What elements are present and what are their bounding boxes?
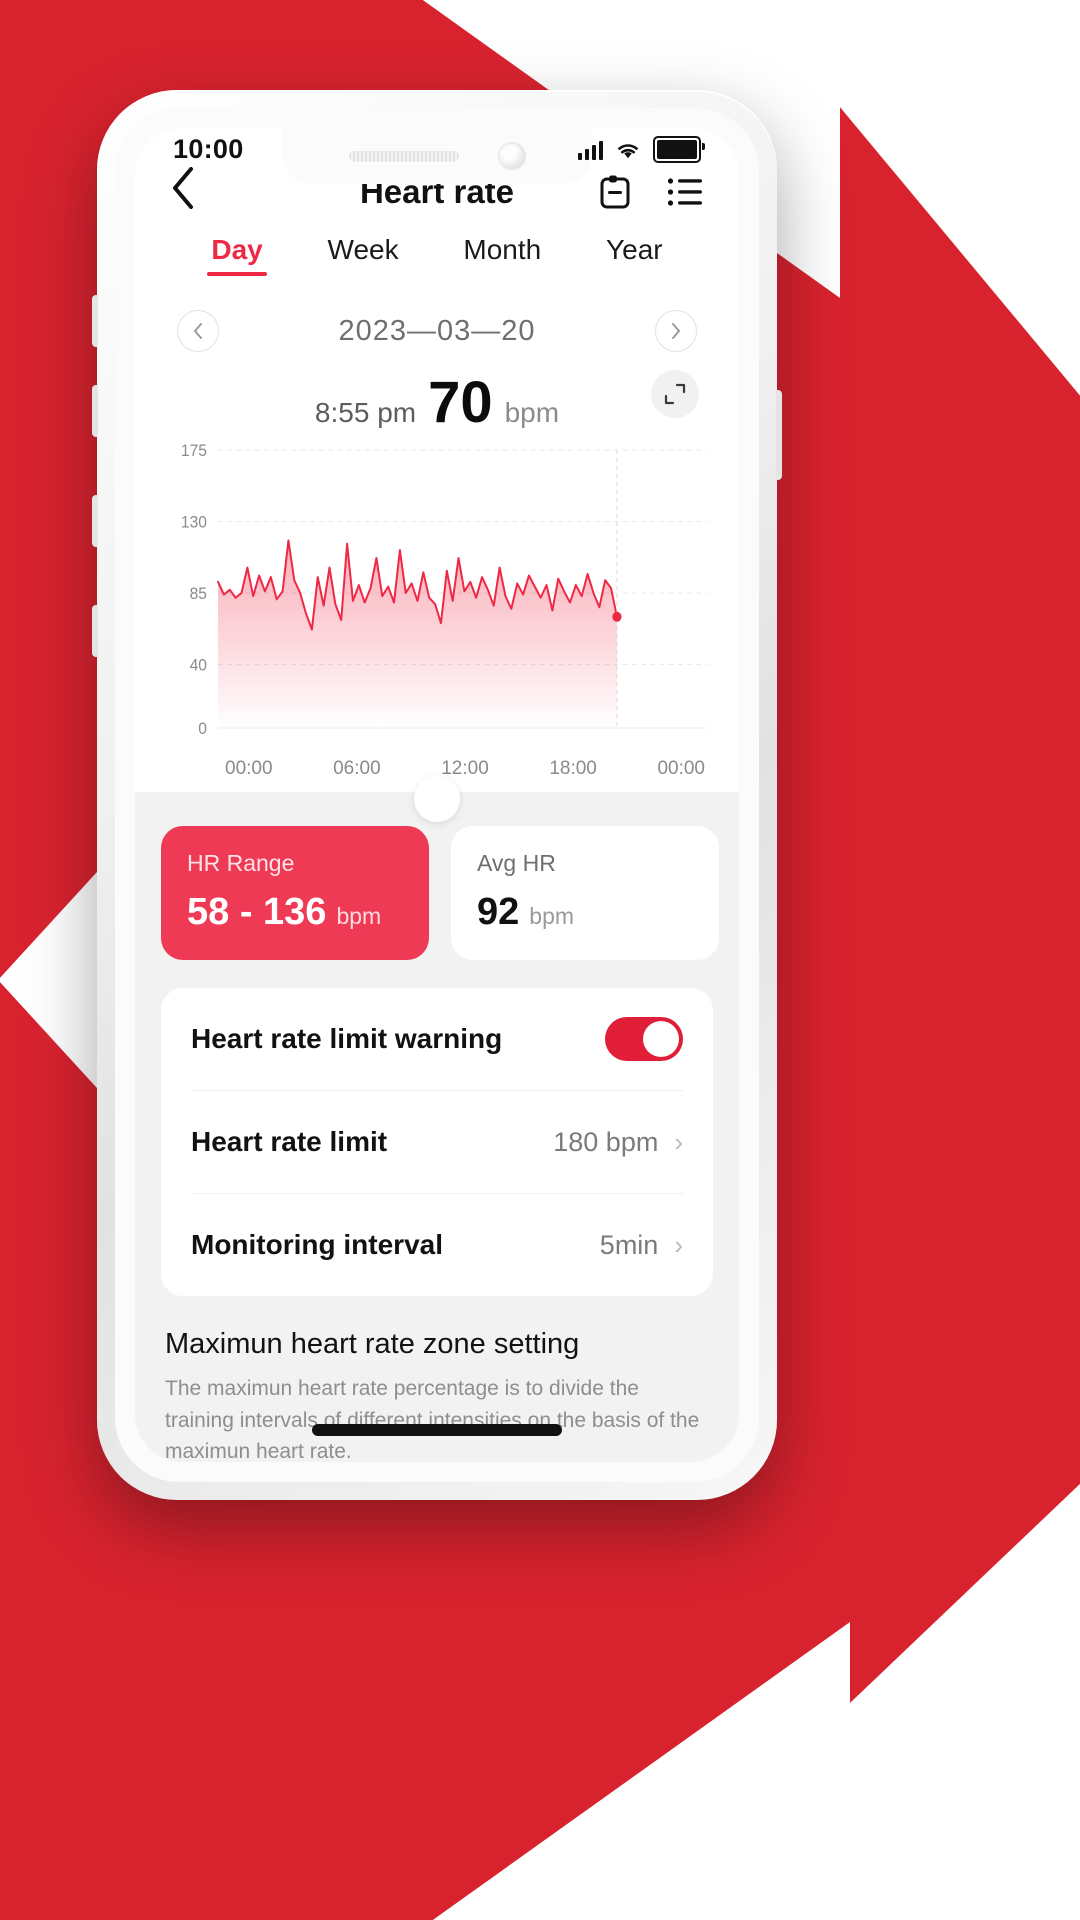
stat-unit: bpm: [529, 903, 575, 929]
signal-bars-icon: [578, 140, 603, 160]
home-indicator[interactable]: [312, 1424, 562, 1436]
x-tick: 06:00: [333, 758, 381, 779]
status-time: 10:00: [173, 134, 244, 164]
drag-handle[interactable]: [414, 776, 460, 822]
chevron-right-icon: ›: [674, 1126, 683, 1157]
period-tabs: Day Week Month Year: [135, 218, 739, 276]
svg-text:0: 0: [198, 719, 207, 738]
reading-unit: bpm: [504, 397, 560, 428]
setting-label: Monitoring interval: [191, 1229, 443, 1260]
chart-svg: 0 40 85 130 175: [181, 441, 708, 738]
tab-year[interactable]: Year: [606, 234, 663, 276]
previous-day-button[interactable]: [177, 310, 219, 352]
setting-label: Heart rate limit warning: [191, 1023, 503, 1054]
status-bar: 10:00: [135, 128, 739, 165]
current-reading: 8:55 pm 70 bpm: [135, 352, 739, 438]
calendar-icon[interactable]: [595, 172, 635, 212]
stat-value: 58 - 136: [187, 891, 327, 933]
setting-value: 5min: [599, 1229, 659, 1260]
stat-label: Avg HR: [477, 850, 556, 876]
settings-card: Heart rate limit warning Heart rate limi…: [161, 988, 713, 1296]
stat-label: HR Range: [187, 850, 295, 876]
phone-frame: 10:00 Heart rate Day Week Month Year 202…: [92, 90, 782, 1500]
back-button[interactable]: [169, 165, 217, 218]
reading-value: 70: [428, 370, 493, 435]
chevron-right-icon: ›: [674, 1229, 683, 1260]
setting-row-limit-warning[interactable]: Heart rate limit warning: [191, 988, 683, 1091]
battery-full-icon: [653, 136, 705, 163]
tab-day[interactable]: Day: [211, 234, 262, 276]
x-tick: 18:00: [549, 758, 597, 779]
phone-screen: 10:00 Heart rate Day Week Month Year 202…: [135, 128, 739, 1462]
zone-section-description: The maximun heart rate percentage is to …: [165, 1377, 700, 1462]
reading-time: 8:55 pm: [314, 397, 417, 428]
x-tick: 00:00: [225, 758, 273, 779]
setting-value: 180 bpm: [553, 1126, 659, 1157]
limit-warning-toggle[interactable]: [605, 1017, 683, 1061]
tab-month[interactable]: Month: [463, 234, 541, 276]
zone-section: Maximun heart rate zone setting The maxi…: [135, 1296, 739, 1462]
stat-card-hr-range[interactable]: HR Range 58 - 136 bpm: [161, 826, 429, 960]
selected-date: 2023—03—20: [338, 314, 536, 347]
svg-text:85: 85: [190, 584, 207, 603]
date-selector: 2023—03—20: [135, 276, 739, 352]
tab-week[interactable]: Week: [328, 234, 399, 276]
setting-label: Heart rate limit: [191, 1126, 388, 1157]
list-icon[interactable]: [665, 172, 705, 212]
svg-text:175: 175: [181, 441, 207, 460]
svg-text:40: 40: [190, 656, 207, 675]
status-icons: [578, 136, 705, 163]
stat-unit: bpm: [336, 903, 382, 929]
setting-row-monitoring-interval[interactable]: Monitoring interval 5min ›: [191, 1194, 683, 1296]
x-tick: 12:00: [441, 758, 489, 779]
next-day-button[interactable]: [655, 310, 697, 352]
details-panel: HR Range 58 - 136 bpm Avg HR 92 bpm Maximu…: [135, 776, 739, 1462]
zone-section-title: Maximun heart rate zone setting: [165, 1328, 580, 1360]
expand-icon[interactable]: [651, 370, 699, 418]
chart-x-axis: 00:00 06:00 12:00 18:00 00:00: [161, 744, 713, 780]
stat-card-avg-hr[interactable]: Avg HR 92 bpm: [451, 826, 719, 960]
x-tick: 00:00: [657, 758, 705, 779]
svg-text:130: 130: [181, 513, 207, 532]
setting-row-heart-rate-limit[interactable]: Heart rate limit 180 bpm ›: [191, 1091, 683, 1194]
stat-value: 92: [477, 891, 520, 933]
heart-rate-chart[interactable]: 0 40 85 130 175 00:00 06:00 12:00 18:00 00:0…: [135, 438, 739, 780]
wifi-icon: [618, 143, 638, 158]
phone-bezel: 10:00 Heart rate Day Week Month Year 202…: [115, 108, 759, 1482]
